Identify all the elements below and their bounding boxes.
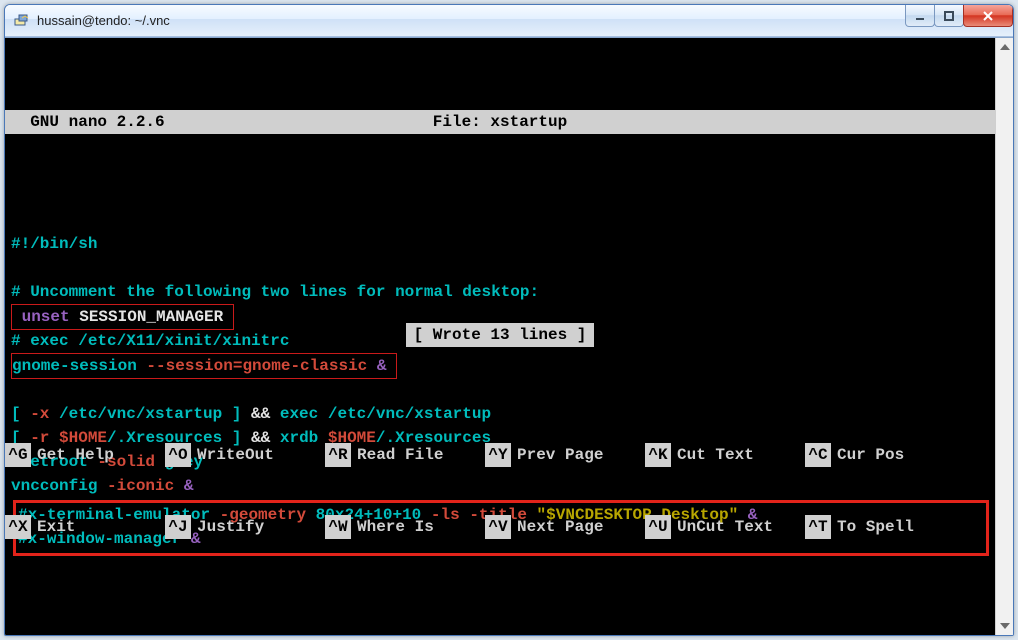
terminal[interactable]: GNU nano 2.2.6 File: xstartup #!/bin/sh …: [5, 38, 995, 635]
nano-status: [ Wrote 13 lines ]: [5, 323, 995, 347]
line-shebang: #!/bin/sh: [11, 235, 97, 253]
shortcut-get-help[interactable]: ^GGet Help: [5, 443, 165, 467]
shortcut-uncut-text[interactable]: ^UUnCut Text: [645, 515, 805, 539]
window-title: hussain@tendo: ~/.vnc: [37, 13, 170, 28]
shortcut-where-is[interactable]: ^WWhere Is: [325, 515, 485, 539]
shortcut-cut-text[interactable]: ^KCut Text: [645, 443, 805, 467]
scrollbar[interactable]: [995, 38, 1013, 635]
nano-shortcuts: ^GGet Help ^OWriteOut ^RRead File ^YPrev…: [5, 395, 995, 587]
shortcut-to-spell[interactable]: ^TTo Spell: [805, 515, 965, 539]
nano-file-label: File: xstartup: [221, 110, 989, 134]
scroll-up-button[interactable]: [996, 38, 1014, 56]
maximize-button[interactable]: [934, 5, 964, 27]
window-frame: hussain@tendo: ~/.vnc GNU nano 2.2.6 Fil…: [4, 4, 1014, 636]
shortcut-cur-pos[interactable]: ^CCur Pos: [805, 443, 965, 467]
shortcut-next-page[interactable]: ^VNext Page: [485, 515, 645, 539]
close-button[interactable]: [963, 5, 1013, 27]
shortcut-writeout[interactable]: ^OWriteOut: [165, 443, 325, 467]
minimize-button[interactable]: [905, 5, 935, 27]
client-area: GNU nano 2.2.6 File: xstartup #!/bin/sh …: [5, 37, 1013, 635]
shortcut-justify[interactable]: ^JJustify: [165, 515, 325, 539]
shortcut-read-file[interactable]: ^RRead File: [325, 443, 485, 467]
putty-icon: [13, 13, 29, 29]
shortcut-exit[interactable]: ^XExit: [5, 515, 165, 539]
nano-header: GNU nano 2.2.6 File: xstartup: [5, 110, 995, 134]
titlebar[interactable]: hussain@tendo: ~/.vnc: [5, 5, 1013, 37]
window-controls: [906, 5, 1013, 27]
scroll-down-button[interactable]: [996, 617, 1014, 635]
nano-program: GNU nano 2.2.6: [11, 110, 221, 134]
shortcut-prev-page[interactable]: ^YPrev Page: [485, 443, 645, 467]
